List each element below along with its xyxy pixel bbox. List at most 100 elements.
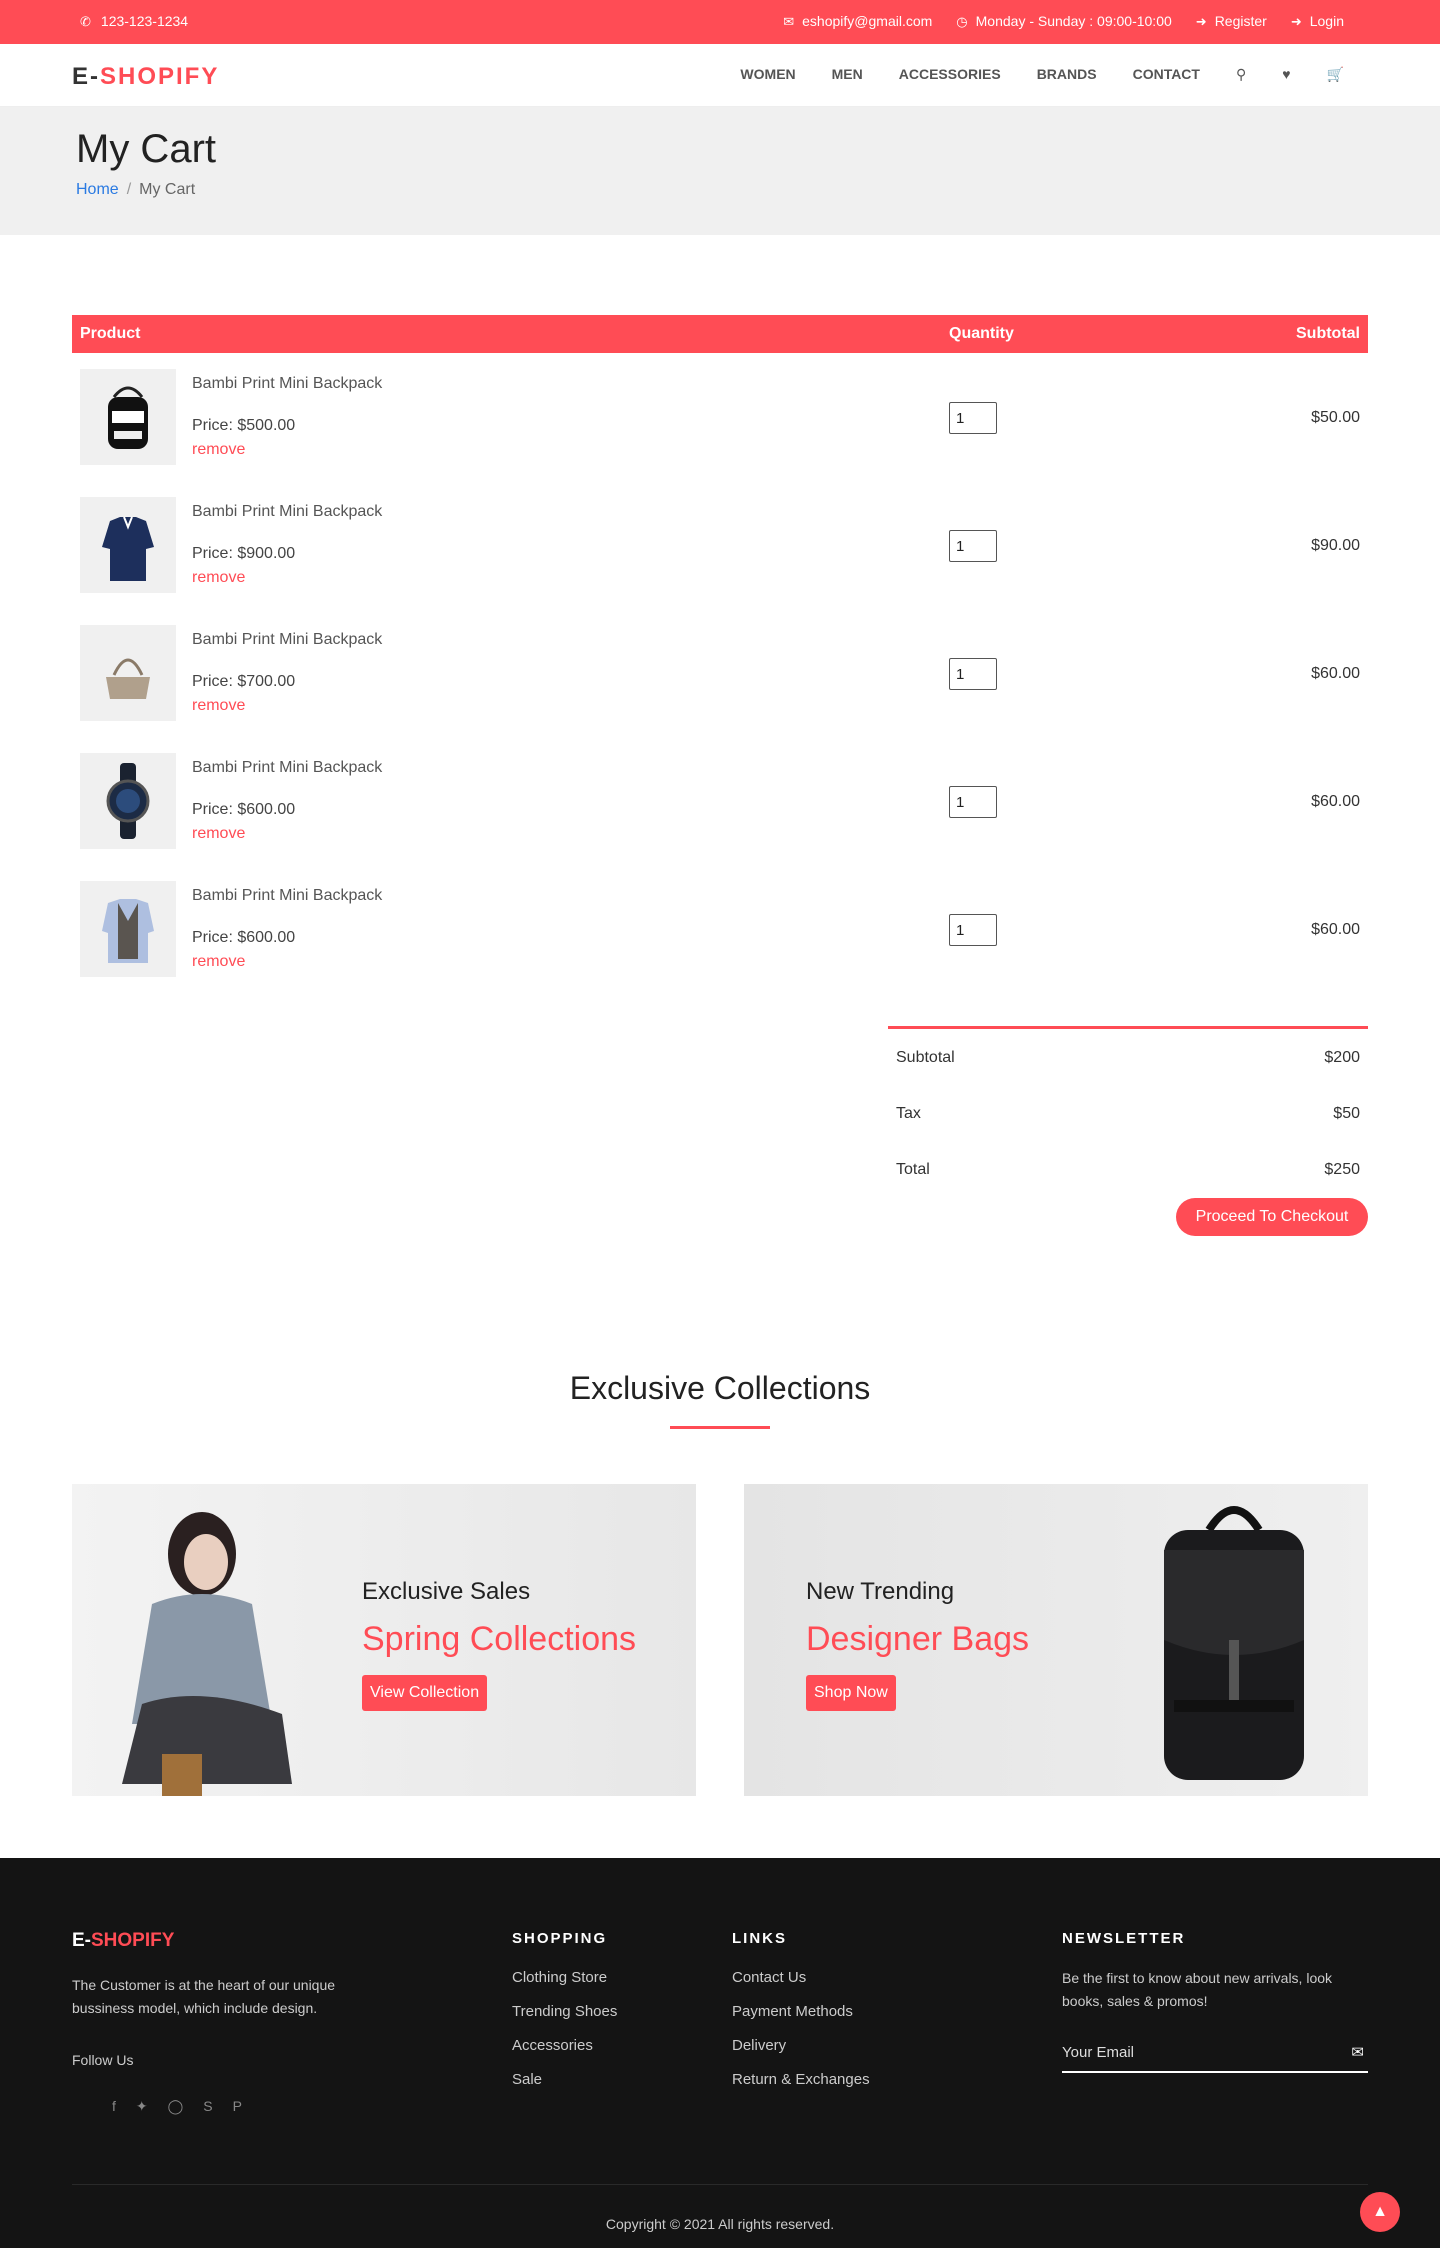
- envelope-icon: ✉: [783, 13, 795, 29]
- cart-icon[interactable]: 🛒: [1327, 66, 1344, 83]
- nav-menu: WOMEN MEN ACCESSORIES BRANDS CONTACT ⚲ ♥…: [740, 66, 1344, 83]
- nav-contact[interactable]: CONTACT: [1133, 66, 1200, 83]
- copyright: Copyright © 2021 All rights reserved.: [605, 2216, 835, 2232]
- quantity-input[interactable]: [949, 402, 997, 434]
- spring-collection-banner[interactable]: Exclusive Sales Spring Collections View …: [72, 1484, 696, 1796]
- header-quantity: Quantity: [949, 325, 1014, 342]
- footer-shopping-title: SHOPPING: [512, 1930, 608, 1947]
- skype-icon[interactable]: S: [203, 2098, 212, 2115]
- topbar-phone[interactable]: ✆ 123-123-1234: [80, 13, 188, 29]
- totals-tax-row: Tax $50: [888, 1085, 1368, 1141]
- cart-row: Bambi Print Mini Backpack Price: $900.00…: [72, 481, 1368, 609]
- banner-title: Designer Bags: [806, 1620, 1030, 1658]
- page-title: My Cart: [76, 127, 216, 171]
- quantity-input[interactable]: [949, 786, 997, 818]
- newsletter-text: Be the first to know about new arrivals,…: [1062, 1970, 1333, 2009]
- topbar-email[interactable]: eshopify@gmail.com: [802, 13, 932, 29]
- shirt-image[interactable]: [80, 497, 176, 593]
- breadcrumb-home[interactable]: Home: [76, 181, 119, 198]
- view-collection-button[interactable]: View Collection: [362, 1675, 488, 1711]
- totals-subtotal-row: Subtotal $200: [888, 1029, 1368, 1085]
- designer-bags-banner[interactable]: New Trending Designer Bags Shop Now: [744, 1484, 1368, 1796]
- breadcrumb-current: My Cart: [139, 181, 196, 198]
- quantity-input[interactable]: [949, 530, 997, 562]
- cart-table: Product Quantity Subtotal Bambi Print Mi…: [72, 315, 1368, 993]
- total-value: $250: [1324, 1161, 1360, 1178]
- nav-men[interactable]: MEN: [832, 66, 863, 83]
- heart-icon[interactable]: ♥: [1282, 66, 1290, 83]
- product-subtotal: $50.00: [1311, 409, 1360, 426]
- footer-logo-name: SHOPIFY: [91, 1930, 175, 1951]
- nav-accessories[interactable]: ACCESSORIES: [899, 66, 1001, 83]
- remove-link[interactable]: remove: [192, 569, 245, 587]
- product-name[interactable]: Bambi Print Mini Backpack: [192, 759, 382, 777]
- site-footer: E-SHOPIFY The Customer is at the heart o…: [0, 1858, 1440, 2248]
- breadcrumb-separator: /: [126, 181, 132, 198]
- quantity-input[interactable]: [949, 658, 997, 690]
- phone-icon: ✆: [80, 13, 91, 29]
- login-link[interactable]: Login: [1310, 13, 1344, 29]
- product-name[interactable]: Bambi Print Mini Backpack: [192, 375, 382, 393]
- product-price: Price: $900.00: [192, 545, 296, 562]
- register-link[interactable]: Register: [1215, 13, 1267, 29]
- site-logo[interactable]: E-SHOPIFY: [72, 63, 219, 91]
- back-to-top-button[interactable]: ▲: [1360, 2192, 1400, 2232]
- footer-divider: [72, 2184, 1368, 2185]
- backpack-image[interactable]: [80, 369, 176, 465]
- nav-women[interactable]: WOMEN: [740, 66, 795, 83]
- clock-icon: ◷: [956, 13, 968, 29]
- footer-logo-prefix: E-: [72, 1930, 91, 1951]
- subtotal-value: $200: [1324, 1049, 1360, 1066]
- instagram-icon[interactable]: ◯: [168, 2098, 184, 2115]
- remove-link[interactable]: remove: [192, 825, 245, 843]
- cart-row: Bambi Print Mini Backpack Price: $600.00…: [72, 737, 1368, 865]
- arrow-up-icon: ▲: [1372, 2203, 1388, 2220]
- remove-link[interactable]: remove: [192, 441, 245, 459]
- newsletter-form: ✉: [1062, 2037, 1368, 2073]
- sign-in-icon: ➜: [1195, 13, 1207, 29]
- pinterest-icon[interactable]: P: [233, 2098, 242, 2115]
- cart-totals: Subtotal $200 Tax $50 Total $250: [888, 1026, 1368, 1197]
- footer-link[interactable]: Sale: [512, 2071, 617, 2088]
- follow-us-label: Follow Us: [72, 2052, 134, 2068]
- product-name[interactable]: Bambi Print Mini Backpack: [192, 887, 382, 905]
- remove-link[interactable]: remove: [192, 953, 245, 971]
- footer-link[interactable]: Delivery: [732, 2037, 870, 2054]
- logo-prefix: E-: [72, 63, 100, 90]
- product-name[interactable]: Bambi Print Mini Backpack: [192, 503, 382, 521]
- footer-link[interactable]: Payment Methods: [732, 2003, 870, 2020]
- newsletter-email-input[interactable]: [1062, 2037, 1322, 2067]
- nav-brands[interactable]: BRANDS: [1037, 66, 1097, 83]
- footer-link[interactable]: Return & Exchanges: [732, 2071, 870, 2088]
- cart-row: Bambi Print Mini Backpack Price: $700.00…: [72, 609, 1368, 737]
- quantity-input[interactable]: [949, 914, 997, 946]
- footer-link[interactable]: Accessories: [512, 2037, 617, 2054]
- cart-table-header: Product Quantity Subtotal: [72, 315, 1368, 353]
- footer-link[interactable]: Clothing Store: [512, 1969, 617, 1986]
- facebook-icon[interactable]: f: [112, 2098, 116, 2115]
- checkout-button[interactable]: Proceed To Checkout: [1176, 1198, 1368, 1236]
- envelope-icon[interactable]: ✉: [1351, 2043, 1364, 2061]
- footer-link[interactable]: Trending Shoes: [512, 2003, 617, 2020]
- twitter-icon[interactable]: ✦: [136, 2098, 148, 2115]
- product-name[interactable]: Bambi Print Mini Backpack: [192, 631, 382, 649]
- watch-image[interactable]: [80, 753, 176, 849]
- newsletter-title: NEWSLETTER: [1062, 1930, 1186, 1947]
- vest-image[interactable]: [80, 881, 176, 977]
- handbag-image[interactable]: [80, 625, 176, 721]
- model-image: [122, 1512, 292, 1796]
- footer-newsletter: NEWSLETTER Be the first to know about ne…: [1062, 1930, 1368, 2073]
- product-price: Price: $600.00: [192, 929, 296, 946]
- page-header: My Cart Home / My Cart: [0, 107, 1440, 235]
- remove-link[interactable]: remove: [192, 697, 245, 715]
- footer-shopping: SHOPPING Clothing Store Trending Shoes A…: [512, 1930, 617, 2105]
- footer-logo[interactable]: E-SHOPIFY: [72, 1930, 174, 1952]
- backpack-photo: [1164, 1506, 1304, 1780]
- shop-now-button[interactable]: Shop Now: [806, 1675, 896, 1711]
- product-subtotal: $60.00: [1311, 665, 1360, 682]
- product-price: Price: $600.00: [192, 801, 296, 818]
- footer-link[interactable]: Contact Us: [732, 1969, 870, 1986]
- search-icon[interactable]: ⚲: [1236, 66, 1246, 83]
- breadcrumb: Home / My Cart: [76, 181, 195, 199]
- product-price: Price: $700.00: [192, 673, 296, 690]
